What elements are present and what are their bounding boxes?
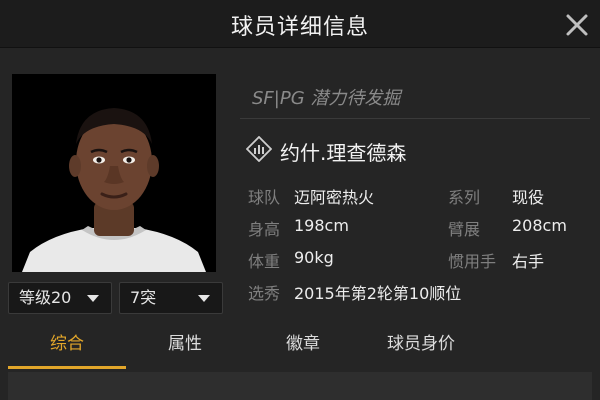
tab-badges[interactable]: 徽章 xyxy=(244,322,362,370)
dominant-hand-value: 右手 xyxy=(512,252,545,271)
height-value: 198cm xyxy=(294,216,349,235)
close-icon xyxy=(566,14,588,36)
tab-bar: 综合 属性 徽章 球员身价 xyxy=(0,322,600,370)
player-portrait xyxy=(12,74,216,272)
rating-diamond-icon xyxy=(245,135,273,163)
divider xyxy=(240,118,590,119)
series-label: 系列 xyxy=(448,188,481,207)
draft-value: 2015年第2轮第10顺位 xyxy=(294,284,462,303)
header-bar: 球员详细信息 xyxy=(0,0,600,48)
weight-label: 体重 xyxy=(248,252,281,271)
page-title: 球员详细信息 xyxy=(230,15,369,40)
level-dropdown[interactable]: 等级20 xyxy=(8,282,112,314)
tab-attributes[interactable]: 属性 xyxy=(126,322,244,370)
tab-player-value[interactable]: 球员身价 xyxy=(362,322,480,370)
team-label: 球队 xyxy=(248,188,281,207)
team-value: 迈阿密热火 xyxy=(294,188,375,207)
dominant-hand-label: 惯用手 xyxy=(448,252,497,271)
tab-overview[interactable]: 综合 xyxy=(8,322,126,370)
wingspan-value: 208cm xyxy=(512,216,567,235)
height-label: 身高 xyxy=(248,220,281,239)
close-button[interactable] xyxy=(562,10,592,40)
series-value: 现役 xyxy=(512,188,545,207)
position-potential-tag: SF|PG 潜力待发掘 xyxy=(252,88,401,109)
breakthrough-dropdown-value: 7突 xyxy=(130,288,157,307)
level-dropdown-value: 等级20 xyxy=(19,288,72,307)
tab-content-area xyxy=(8,372,592,400)
player-name: 约什.理查德森 xyxy=(280,141,407,165)
wingspan-label: 臂展 xyxy=(448,220,481,239)
player-info-panel: SF|PG 潜力待发掘 约什.理查德森 球队 迈阿密热火 系列 现役 身高 19… xyxy=(240,74,590,314)
active-tab-indicator xyxy=(8,366,126,369)
weight-value: 90kg xyxy=(294,248,334,267)
chevron-down-icon xyxy=(198,295,210,302)
chevron-down-icon xyxy=(87,295,99,302)
breakthrough-dropdown[interactable]: 7突 xyxy=(119,282,223,314)
draft-label: 选秀 xyxy=(248,284,281,303)
